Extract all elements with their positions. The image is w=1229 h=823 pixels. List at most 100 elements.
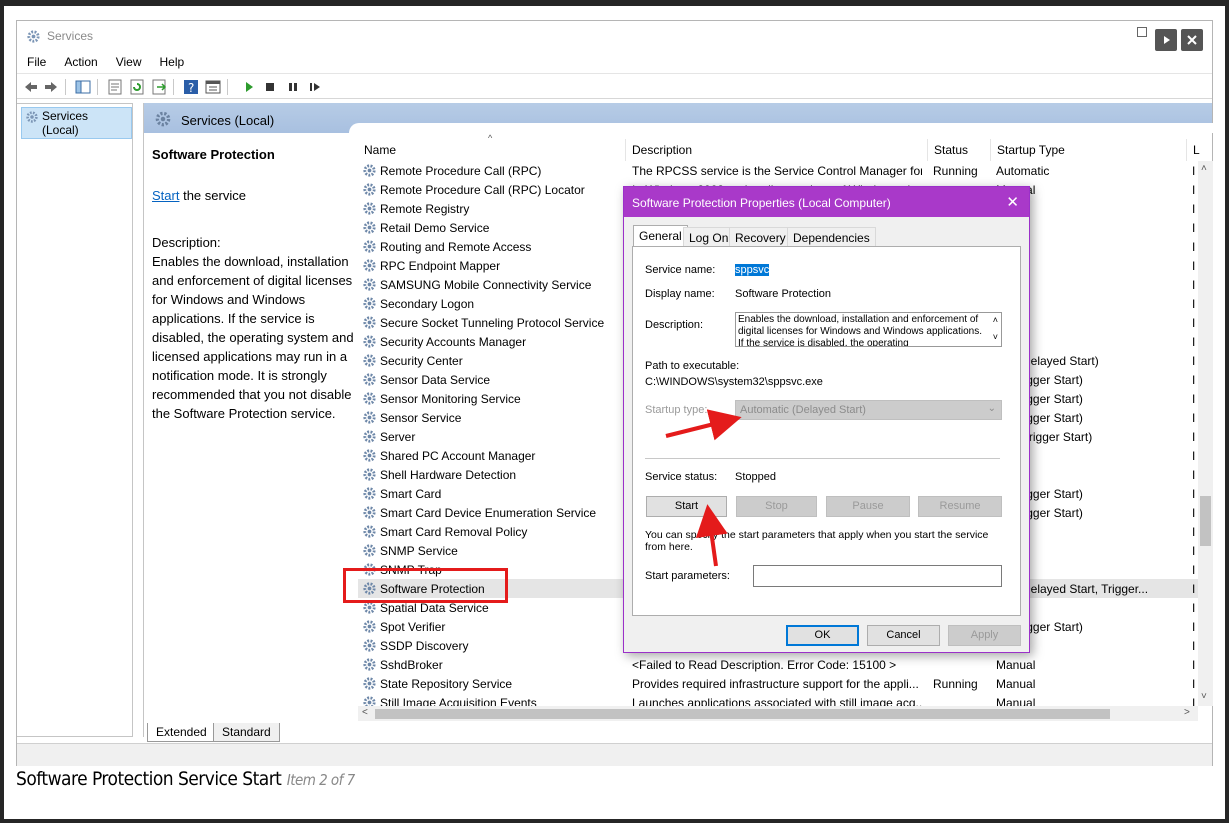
console-tree-pane: Services (Local): [17, 103, 133, 737]
row-name: Remote Registry: [380, 202, 470, 216]
close-icon: [1187, 35, 1197, 45]
column-header-description[interactable]: Description: [626, 139, 928, 161]
menu-help[interactable]: Help: [150, 52, 193, 69]
maximize-icon[interactable]: [1137, 27, 1147, 37]
row-logon-marker: I: [1192, 696, 1196, 706]
refresh-icon[interactable]: [129, 79, 145, 95]
tree-item-services-local[interactable]: Services (Local): [21, 107, 132, 139]
service-gear-icon: [363, 506, 376, 519]
row-logon-marker: I: [1192, 582, 1196, 596]
console-tree-icon[interactable]: [75, 79, 91, 95]
row-name: Sensor Service: [380, 411, 462, 425]
row-name: Shell Hardware Detection: [380, 468, 517, 482]
pause-service-icon[interactable]: [285, 79, 301, 95]
stop-button[interactable]: Stop: [736, 496, 817, 517]
dialog-close-icon[interactable]: ✕: [1006, 193, 1019, 211]
service-gear-icon: [363, 221, 376, 234]
tab-log-on[interactable]: Log On: [683, 227, 735, 247]
path-value[interactable]: C:\WINDOWS\system32\sppsvc.exe: [645, 376, 823, 388]
display-name-value[interactable]: Software Protection: [735, 288, 831, 300]
startup-type-value: Automatic (Delayed Start): [740, 404, 866, 416]
tab-standard[interactable]: Standard: [213, 723, 280, 742]
service-gear-icon: [363, 202, 376, 215]
column-header-name[interactable]: Name ^: [358, 133, 626, 161]
row-logon-marker: I: [1192, 430, 1196, 444]
row-name: Remote Procedure Call (RPC) Locator: [380, 183, 585, 197]
menu-file[interactable]: File: [17, 52, 54, 69]
start-service-icon[interactable]: [241, 79, 257, 95]
resume-button[interactable]: Resume: [918, 496, 1002, 517]
column-status-label: Status: [934, 143, 969, 157]
service-gear-icon: [363, 677, 376, 690]
row-name: SSDP Discovery: [380, 639, 469, 653]
scroll-up-icon[interactable]: ˄: [1201, 163, 1207, 174]
scroll-down-icon[interactable]: ˅: [1201, 691, 1207, 702]
column-header-logon[interactable]: L: [1187, 139, 1213, 161]
apply-button[interactable]: Apply: [948, 625, 1021, 646]
export-list-icon[interactable]: [151, 79, 167, 95]
properties-sheet-icon[interactable]: [107, 79, 123, 95]
desc-scroll-down-icon[interactable]: ˅: [993, 331, 998, 343]
service-gear-icon: [363, 620, 376, 633]
forward-arrow-icon[interactable]: [43, 79, 59, 95]
start-service-link[interactable]: Start: [152, 188, 179, 203]
row-logon-marker: I: [1192, 487, 1196, 501]
service-gear-icon: [363, 468, 376, 481]
back-arrow-icon[interactable]: [23, 79, 39, 95]
services-gear-icon: [155, 111, 171, 127]
tab-extended[interactable]: Extended: [147, 723, 216, 742]
row-name: Secondary Logon: [380, 297, 475, 311]
vertical-scroll-thumb[interactable]: [1200, 496, 1211, 546]
sort-ascending-icon: ^: [488, 133, 493, 143]
pause-button[interactable]: Pause: [826, 496, 910, 517]
table-row[interactable]: Still Image Acquisition Events Launches a…: [358, 693, 1198, 706]
row-name: Sensor Monitoring Service: [380, 392, 521, 406]
column-header-status[interactable]: Status: [928, 139, 991, 161]
tab-dependencies[interactable]: Dependencies: [787, 227, 876, 247]
description-box[interactable]: Enables the download, installation and e…: [735, 312, 1002, 347]
horizontal-scrollbar[interactable]: < >: [358, 706, 1198, 721]
desc-scroll-up-icon[interactable]: ˄: [993, 314, 998, 326]
column-description-label: Description: [632, 143, 693, 157]
service-gear-icon: [363, 316, 376, 329]
column-name-label: Name: [364, 143, 397, 157]
service-gear-icon: [363, 335, 376, 348]
horizontal-scroll-thumb[interactable]: [375, 709, 1110, 719]
show-hide-action-pane-icon[interactable]: [205, 79, 221, 95]
service-gear-icon: [363, 430, 376, 443]
cancel-button[interactable]: Cancel: [867, 625, 940, 646]
caption-title: Software Protection Service Start: [16, 768, 282, 790]
row-name: Secure Socket Tunneling Protocol Service: [380, 316, 605, 330]
menu-view[interactable]: View: [106, 52, 150, 69]
tab-recovery[interactable]: Recovery: [729, 227, 792, 247]
column-header-startup-type[interactable]: Startup Type: [991, 139, 1187, 161]
close-button[interactable]: [1181, 29, 1203, 51]
description-box-text: Enables the download, installation and e…: [738, 314, 983, 347]
tab-general[interactable]: General: [633, 225, 688, 247]
start-button[interactable]: Start: [646, 496, 727, 517]
chevron-down-icon: ⌄: [987, 403, 996, 414]
service-gear-icon: [363, 240, 376, 253]
startup-type-select[interactable]: Automatic (Delayed Start) ⌄: [735, 400, 1002, 420]
help-icon[interactable]: ?: [183, 79, 199, 95]
service-name-label: Service name:: [645, 264, 716, 276]
menu-action[interactable]: Action: [54, 52, 105, 69]
service-status-value: Stopped: [735, 471, 776, 483]
row-logon-marker: I: [1192, 601, 1196, 615]
table-row[interactable]: Remote Procedure Call (RPC) The RPCSS ser…: [358, 161, 1198, 180]
toolbar-separator: [227, 79, 228, 95]
table-row[interactable]: State Repository Service Provides require…: [358, 674, 1198, 693]
start-params-input[interactable]: [753, 565, 1002, 587]
scroll-right-icon[interactable]: >: [1184, 707, 1190, 718]
row-name: Still Image Acquisition Events: [380, 696, 537, 706]
vertical-scrollbar[interactable]: ˄ ˅: [1198, 161, 1213, 706]
table-row[interactable]: SshdBroker <Failed to Read Description. E…: [358, 655, 1198, 674]
row-logon-marker: I: [1192, 259, 1196, 273]
stop-service-icon[interactable]: [262, 79, 278, 95]
restore-button[interactable]: [1155, 29, 1177, 51]
scroll-left-icon[interactable]: <: [362, 707, 368, 718]
service-name-value[interactable]: sppsvc: [735, 264, 770, 276]
service-gear-icon: [363, 487, 376, 500]
ok-button[interactable]: OK: [786, 625, 859, 646]
restart-service-icon[interactable]: [307, 79, 323, 95]
